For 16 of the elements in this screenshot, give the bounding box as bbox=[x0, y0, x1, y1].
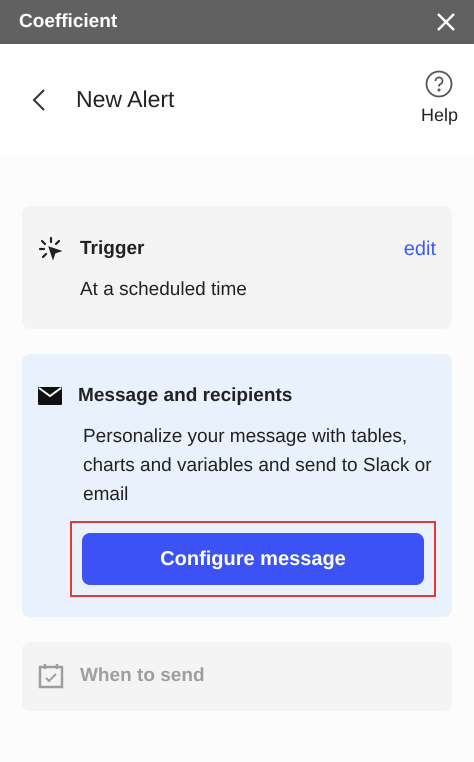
close-icon[interactable] bbox=[437, 13, 455, 31]
help-icon bbox=[425, 70, 454, 98]
step-detail: At a scheduled time bbox=[80, 278, 248, 302]
edit-link[interactable]: edit bbox=[404, 234, 436, 264]
page-title: New Alert bbox=[76, 85, 176, 114]
window-title: Coefficient bbox=[19, 10, 118, 34]
step-detail: Personalize your message with tables, charts and variables and send to Slack or email bbox=[83, 425, 433, 507]
step-title: Trigger bbox=[80, 236, 146, 261]
sparkle-cursor-icon bbox=[38, 236, 64, 262]
back-icon[interactable] bbox=[32, 88, 46, 110]
help-button[interactable]: Help bbox=[420, 70, 458, 129]
envelope-icon bbox=[38, 386, 62, 405]
step-title: When to send bbox=[80, 664, 205, 688]
configure-message-button[interactable]: Configure message bbox=[82, 533, 424, 585]
calendar-check-icon bbox=[38, 663, 64, 690]
step-title: Message and recipients bbox=[78, 384, 292, 408]
